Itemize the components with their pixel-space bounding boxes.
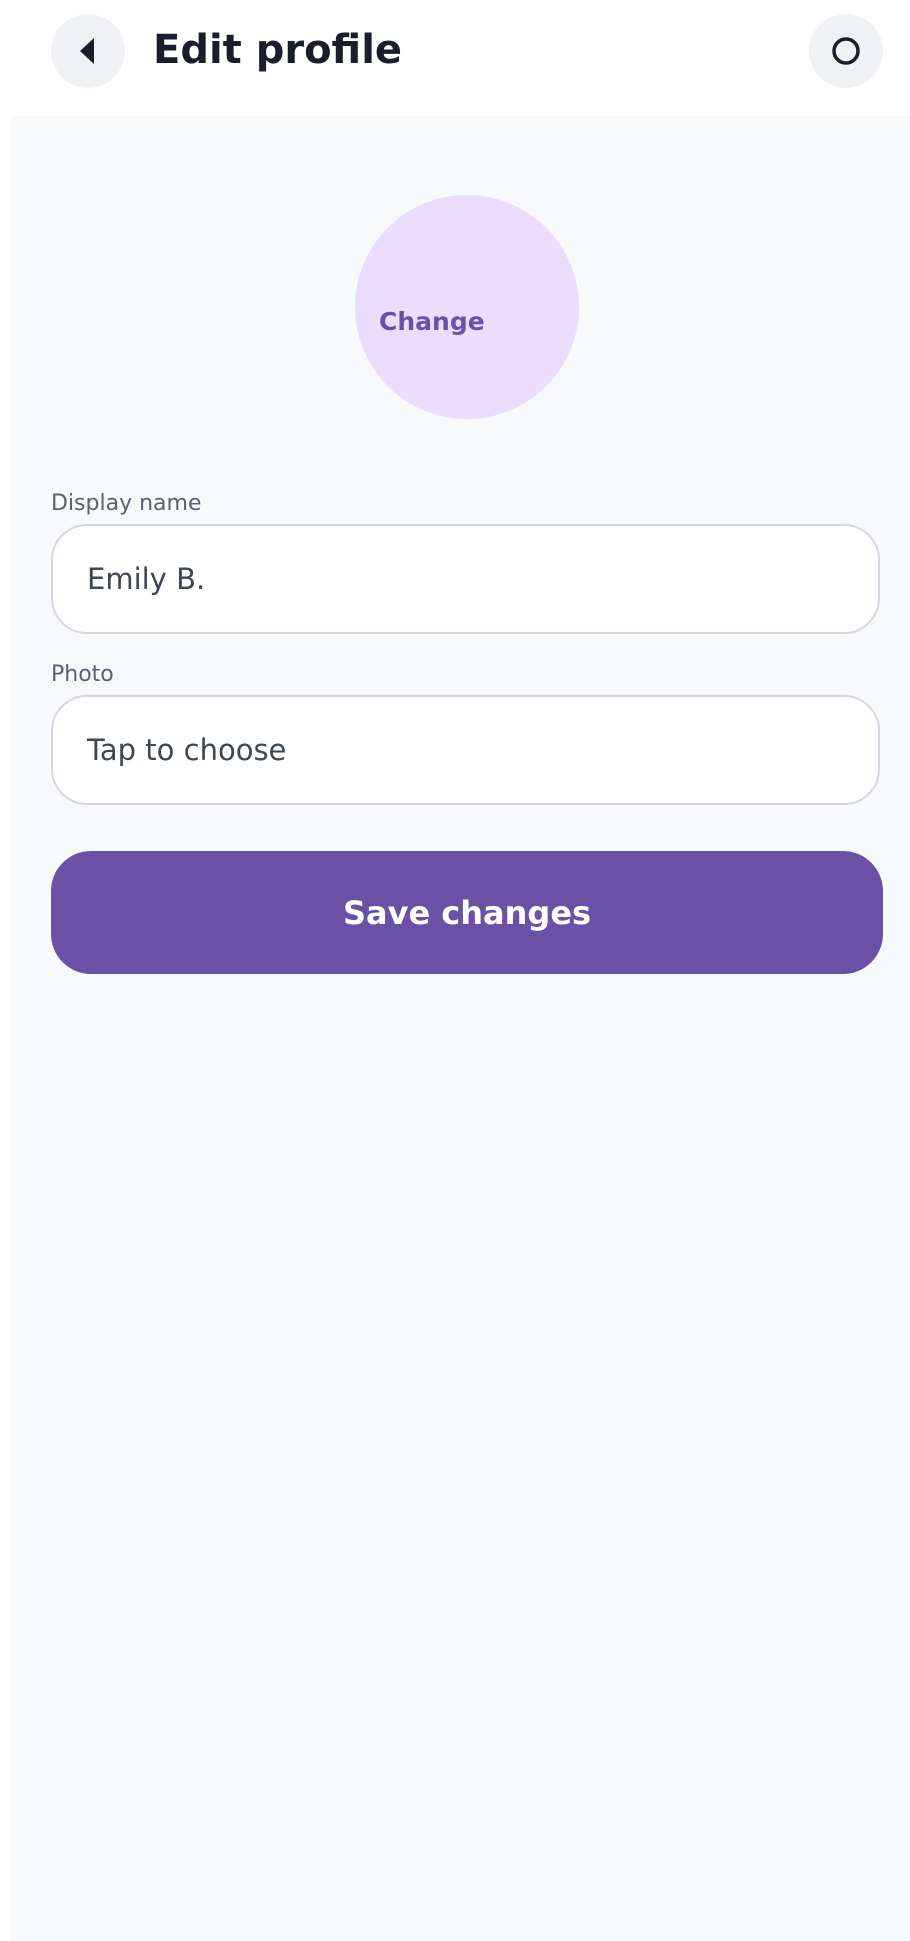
change-avatar-label[interactable]: Change — [379, 305, 485, 339]
edit-profile-screen: Edit profile Change Display name Emily B… — [0, 0, 910, 1941]
display-name-label: Display name — [51, 491, 202, 516]
back-arrow-icon — [80, 38, 94, 64]
save-changes-button[interactable]: Save changes — [51, 851, 883, 974]
display-name-input[interactable]: Emily B. — [51, 524, 880, 634]
photo-picker[interactable]: Tap to choose — [51, 695, 880, 805]
photo-label: Photo — [51, 662, 114, 687]
settings-button[interactable] — [809, 14, 883, 88]
page-title: Edit profile — [153, 27, 403, 73]
header-bar: Edit profile — [0, 0, 910, 112]
photo-picker-text: Tap to choose — [87, 733, 287, 767]
back-button[interactable] — [51, 14, 125, 88]
circle-icon — [832, 37, 860, 65]
display-name-value: Emily B. — [87, 562, 206, 596]
